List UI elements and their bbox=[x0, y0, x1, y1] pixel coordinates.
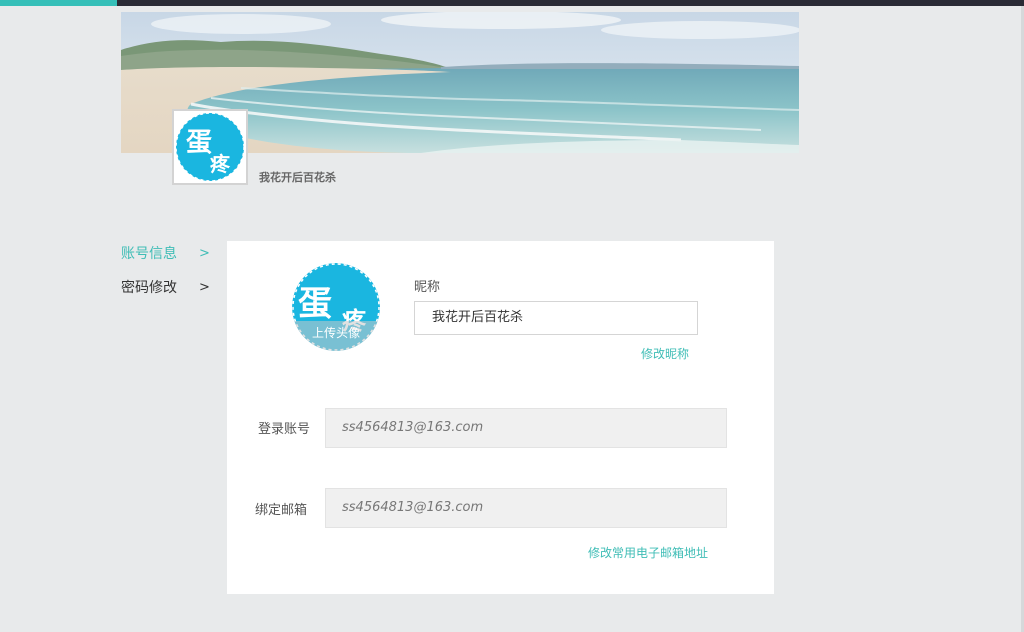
upload-avatar-label: 上传头像 bbox=[292, 321, 380, 351]
account-info-panel: 蛋 疼 上传头像 昵称 我花开后百花杀 修改昵称 登录账号 ss4564813@… bbox=[227, 241, 774, 594]
sidebar-item-label: 密码修改 bbox=[121, 280, 177, 296]
upload-avatar-button[interactable]: 蛋 疼 上传头像 bbox=[292, 263, 380, 351]
chevron-right-icon: > bbox=[199, 246, 210, 261]
profile-username: 我花开后百花杀 bbox=[259, 171, 336, 184]
top-bar-accent bbox=[0, 0, 117, 6]
edit-nickname-link[interactable]: 修改昵称 bbox=[641, 345, 689, 362]
nickname-label: 昵称 bbox=[414, 280, 441, 295]
bound-email-field: ss4564813@163.com bbox=[325, 488, 727, 528]
edit-email-link[interactable]: 修改常用电子邮箱地址 bbox=[588, 544, 708, 561]
svg-text:疼: 疼 bbox=[210, 152, 231, 176]
sidebar-item-change-password[interactable]: 密码修改 > bbox=[121, 278, 211, 312]
svg-text:蛋: 蛋 bbox=[298, 284, 332, 324]
bound-email-label: 绑定邮箱 bbox=[255, 503, 308, 518]
chevron-right-icon: > bbox=[199, 280, 210, 295]
login-account-label: 登录账号 bbox=[258, 422, 311, 437]
sidebar-item-label: 账号信息 bbox=[121, 246, 177, 262]
top-bar bbox=[0, 0, 1024, 6]
nickname-input[interactable]: 我花开后百花杀 bbox=[414, 301, 698, 335]
login-account-field: ss4564813@163.com bbox=[325, 408, 727, 448]
svg-text:蛋: 蛋 bbox=[186, 128, 212, 158]
sidebar-nav: 账号信息 > 密码修改 > bbox=[121, 244, 211, 312]
sidebar-item-account-info[interactable]: 账号信息 > bbox=[121, 244, 211, 278]
profile-avatar: 蛋 疼 bbox=[172, 109, 248, 185]
